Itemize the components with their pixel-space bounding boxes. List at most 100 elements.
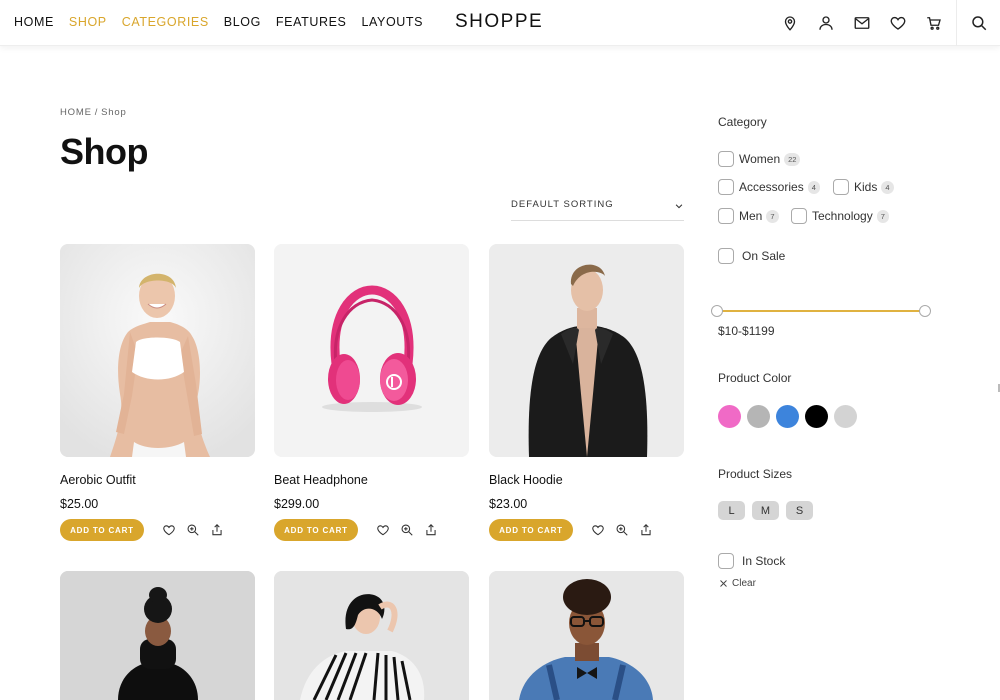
product-price: $299.00 (274, 497, 320, 511)
category-count: 4 (881, 180, 894, 194)
color-swatch-blue[interactable] (776, 405, 799, 428)
category-men[interactable]: Men 7 (718, 208, 779, 224)
product-name[interactable]: Aerobic Outfit (60, 473, 255, 487)
cart-icon[interactable] (925, 14, 943, 32)
sorting-label: DEFAULT SORTING (511, 199, 614, 210)
sorting-select[interactable]: DEFAULT SORTING (511, 199, 684, 221)
nav-layouts[interactable]: LAYOUTS (361, 15, 423, 29)
add-to-cart-button[interactable]: ADD TO CART (274, 519, 358, 541)
heart-icon[interactable] (162, 523, 176, 537)
price-range-label: $10-$1199 (718, 324, 775, 338)
category-accessories[interactable]: Accessories 4 (718, 179, 820, 195)
checkbox[interactable] (718, 248, 734, 264)
heart-icon[interactable] (376, 523, 390, 537)
category-heading: Category (718, 115, 767, 129)
category-label: Technology (812, 209, 873, 223)
add-to-cart-button[interactable]: ADD TO CART (489, 519, 573, 541)
search-button[interactable] (956, 0, 1000, 46)
site-header: HOME SHOP CATEGORIES BLOG FEATURES LAYOU… (0, 0, 1000, 46)
size-options: L M S (718, 501, 813, 520)
checkbox[interactable] (718, 151, 734, 167)
site-logo[interactable]: SHOPPE (455, 11, 543, 33)
checkbox[interactable] (718, 208, 734, 224)
product-card: Aerobic Outfit $25.00 ADD TO CART (60, 244, 255, 541)
product-image-beat-headphone[interactable] (274, 244, 469, 457)
breadcrumb-separator: / (94, 107, 99, 118)
on-sale-filter[interactable]: On Sale (718, 248, 785, 264)
category-label: Men (739, 209, 763, 223)
category-count: 7 (766, 209, 779, 223)
color-swatch-gray[interactable] (747, 405, 770, 428)
size-option-s[interactable]: S (786, 501, 813, 520)
product-price: $23.00 (489, 497, 528, 511)
size-option-l[interactable]: L (718, 501, 745, 520)
price-slider-track[interactable] (717, 310, 926, 312)
nav-blog[interactable]: BLOG (224, 15, 261, 29)
share-icon[interactable] (210, 523, 224, 537)
product-image[interactable] (489, 571, 684, 700)
mail-icon[interactable] (853, 14, 871, 32)
in-stock-label: In Stock (742, 554, 786, 568)
product-card: Black Hoodie $23.00 ADD TO CART (489, 244, 684, 541)
heart-icon[interactable] (889, 14, 907, 32)
zoom-icon[interactable] (186, 523, 200, 537)
nav-categories[interactable]: CATEGORIES (122, 15, 209, 29)
category-kids[interactable]: Kids 4 (833, 179, 894, 195)
checkbox[interactable] (718, 553, 734, 569)
close-icon (720, 580, 727, 587)
product-name[interactable]: Beat Headphone (274, 473, 469, 487)
product-image-black-hoodie[interactable] (489, 244, 684, 457)
header-icons (781, 14, 943, 32)
price-slider-max-handle[interactable] (919, 305, 931, 317)
product-price: $25.00 (60, 497, 99, 511)
add-to-cart-button[interactable]: ADD TO CART (60, 519, 144, 541)
category-label: Accessories (739, 180, 804, 194)
category-label: Kids (854, 180, 878, 194)
breadcrumb: HOME / Shop (60, 107, 127, 118)
nav-shop[interactable]: SHOP (69, 15, 107, 29)
size-option-m[interactable]: M (752, 501, 779, 520)
breadcrumb-home[interactable]: HOME (60, 107, 92, 118)
product-actions: ADD TO CART (489, 519, 684, 541)
heart-icon[interactable] (591, 523, 605, 537)
color-swatch-pink[interactable] (718, 405, 741, 428)
color-swatch-black[interactable] (805, 405, 828, 428)
category-count: 7 (876, 209, 889, 223)
product-name[interactable]: Black Hoodie (489, 473, 684, 487)
product-actions: ADD TO CART (274, 519, 469, 541)
main-nav: HOME SHOP CATEGORIES BLOG FEATURES LAYOU… (14, 15, 423, 29)
location-icon[interactable] (781, 14, 799, 32)
share-icon[interactable] (639, 523, 653, 537)
category-women[interactable]: Women 22 (718, 151, 801, 167)
in-stock-filter[interactable]: In Stock (718, 553, 785, 569)
breadcrumb-current: Shop (101, 107, 127, 118)
color-swatch-light-gray[interactable] (834, 405, 857, 428)
product-image[interactable] (274, 571, 469, 700)
user-icon[interactable] (817, 14, 835, 32)
product-image[interactable] (60, 571, 255, 700)
chevron-down-icon (675, 204, 683, 209)
product-actions: ADD TO CART (60, 519, 255, 541)
clear-filters-button[interactable]: Clear (719, 578, 756, 589)
category-technology[interactable]: Technology 7 (791, 208, 889, 224)
product-card: Beat Headphone $299.00 ADD TO CART (274, 244, 469, 541)
nav-home[interactable]: HOME (14, 15, 54, 29)
zoom-icon[interactable] (400, 523, 414, 537)
category-count: 22 (784, 152, 801, 166)
nav-features[interactable]: FEATURES (276, 15, 347, 29)
product-sizes-heading: Product Sizes (718, 467, 793, 481)
search-icon (971, 16, 986, 31)
price-slider-min-handle[interactable] (711, 305, 723, 317)
share-icon[interactable] (424, 523, 438, 537)
on-sale-label: On Sale (742, 249, 786, 263)
product-image-aerobic-outfit[interactable] (60, 244, 255, 457)
checkbox[interactable] (833, 179, 849, 195)
category-label: Women (739, 152, 781, 166)
checkbox[interactable] (718, 179, 734, 195)
zoom-icon[interactable] (615, 523, 629, 537)
product-color-heading: Product Color (718, 371, 792, 385)
category-count: 4 (807, 180, 820, 194)
checkbox[interactable] (791, 208, 807, 224)
page-title: Shop (60, 131, 148, 172)
color-swatches (718, 405, 857, 428)
